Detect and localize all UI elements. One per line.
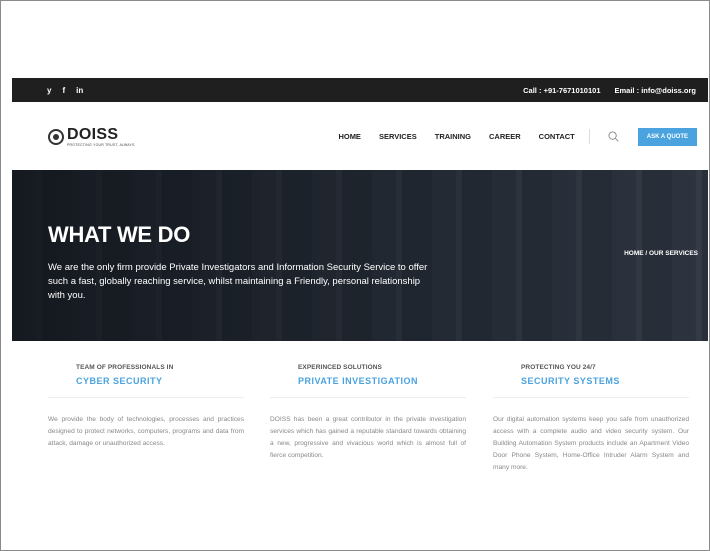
ask-a-quote-button[interactable]: ASK A QUOTE [637,127,697,146]
nav-training[interactable]: TRAINING [435,132,471,141]
social-links: y f in [47,86,83,95]
logo-tagline: PROTECTING YOUR TRUST, ALWAYS [67,142,135,147]
service-heading[interactable]: PRIVATE INVESTIGATION [298,376,418,386]
service-eyebrow: TEAM OF PROFESSIONALS IN [76,364,174,371]
logo-text: DOISS PROTECTING YOUR TRUST, ALWAYS [67,125,135,147]
breadcrumb[interactable]: HOME / OUR SERVICES [624,250,698,257]
facebook-icon[interactable]: f [62,86,65,95]
nav-services[interactable]: SERVICES [379,132,417,141]
hero-banner: WHAT WE DO We are the only firm provide … [12,170,708,341]
divider [48,397,244,398]
divider [493,397,689,398]
phone-info: Call : +91-7671010101 [523,86,600,95]
nav-contact[interactable]: CONTACT [539,132,575,141]
main-nav: HOME SERVICES TRAINING CAREER CONTACT AS… [338,127,697,146]
site-header: DOISS PROTECTING YOUR TRUST, ALWAYS HOME… [12,103,708,170]
nav-career[interactable]: CAREER [489,132,521,141]
search-icon[interactable] [608,131,620,143]
email-label: Email : [614,85,640,95]
service-description: DOISS has been a great contributor in th… [270,416,466,459]
service-heading[interactable]: SECURITY SYSTEMS [521,376,620,386]
top-bar: y f in Call : +91-7671010101 Email : inf… [12,78,708,102]
phone-label: Call : [523,85,542,95]
service-description: We provide the body of technologies, pro… [48,416,244,447]
logo-emblem-icon [48,128,64,145]
site-logo[interactable]: DOISS PROTECTING YOUR TRUST, ALWAYS [48,125,135,147]
service-eyebrow: PROTECTING YOU 24/7 [521,364,596,371]
service-heading[interactable]: CYBER SECURITY [76,376,163,386]
hero-description: We are the only firm provide Private Inv… [48,262,428,301]
services-section: TEAM OF PROFESSIONALS IN CYBER SECURITY … [12,341,708,549]
email-info: Email : info@doiss.org [615,86,697,95]
contact-info: Call : +91-7671010101 Email : info@doiss… [523,86,696,95]
page-title: WHAT WE DO [48,222,191,247]
twitter-icon[interactable]: y [47,86,51,95]
phone-number[interactable]: +91-7671010101 [544,86,601,95]
email-address[interactable]: info@doiss.org [641,86,696,95]
linkedin-icon[interactable]: in [76,86,83,95]
logo-name: DOISS [67,125,119,143]
nav-home[interactable]: HOME [338,132,361,141]
divider [270,397,466,398]
nav-divider [588,129,590,144]
service-description: Our digital automation systems keep you … [493,416,689,471]
service-eyebrow: EXPERINCED SOLUTIONS [298,364,382,371]
